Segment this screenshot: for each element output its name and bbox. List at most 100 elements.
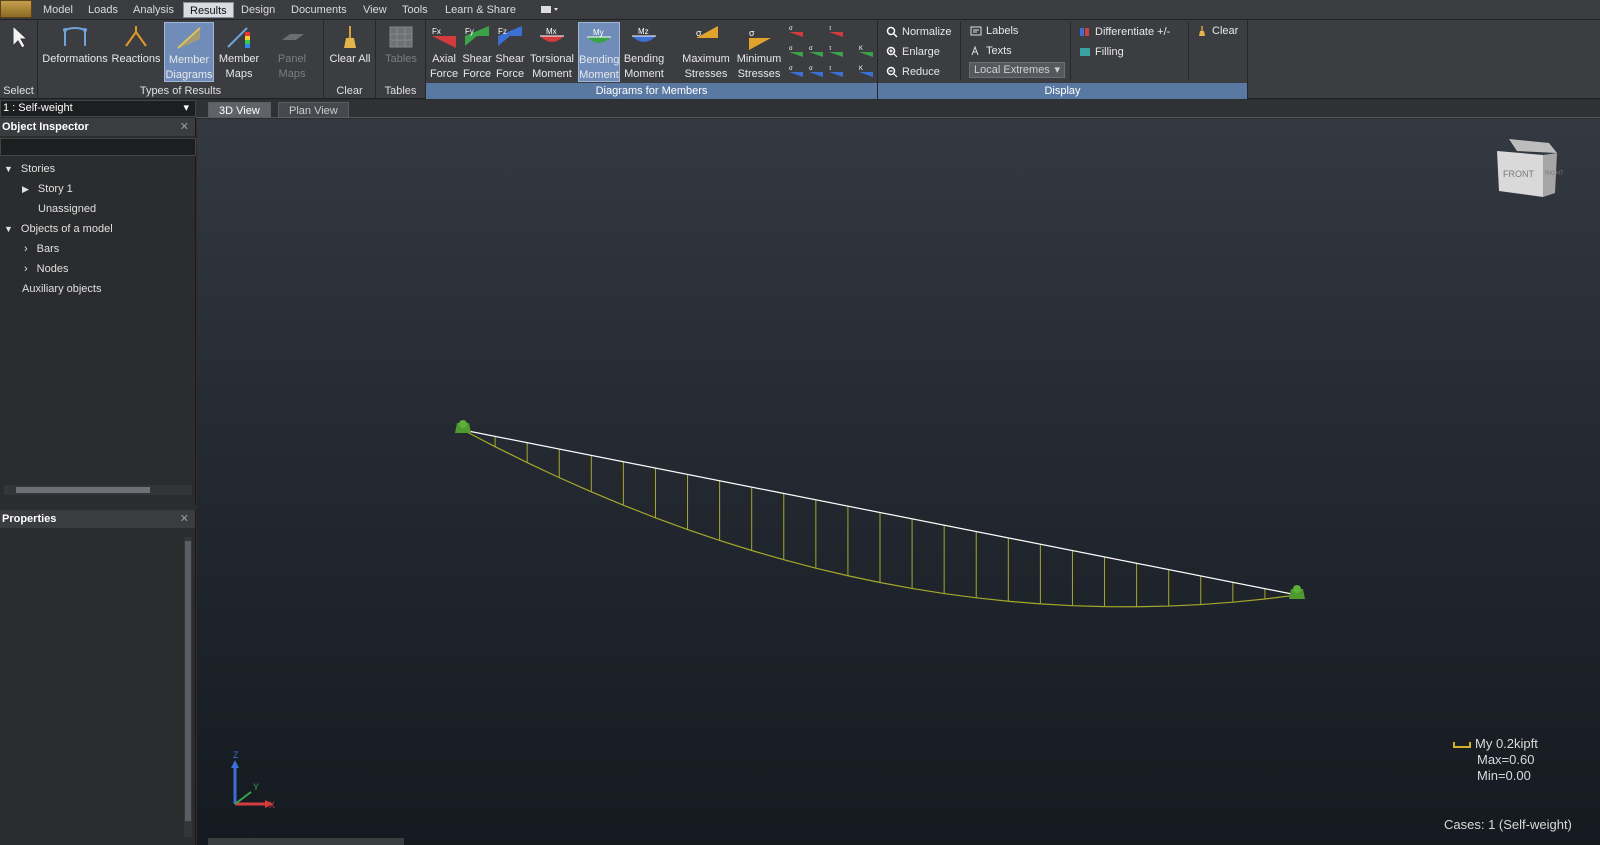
minimum-stresses-button[interactable]: σ Minimum Stresses [734,22,784,82]
support-left[interactable] [455,420,471,433]
legend-line-2: Max=0.60 [1477,752,1535,767]
view-cube[interactable]: FRONT RIGHT [1497,139,1564,197]
tables-button[interactable]: Tables [379,22,423,82]
expand-right-icon[interactable]: ▶ [22,184,29,194]
tab-view[interactable]: View [357,2,393,18]
bending-moment-my-button[interactable]: My Bending Moment [578,22,620,82]
display-group: Normalize Enlarge Reduce Labels Texts Lo… [878,20,1248,99]
tree-label-bars: Bars [36,243,60,255]
display-clear-button[interactable]: Clear [1196,22,1238,40]
stress-fx-icon[interactable]: σ [788,24,804,38]
reduce-button[interactable]: Reduce [886,63,940,81]
view-tabs: 3D View Plan View [196,100,1600,118]
member-maps-label: Member Maps [218,53,260,80]
local-extremes-dropdown[interactable]: Local Extremes ▾ [969,62,1065,78]
display-group-label: Display [878,83,1247,99]
member-diagrams-label: Member Diagrams [165,54,213,81]
tree-item-stories[interactable]: ▼ Stories [4,159,55,179]
load-case-selector[interactable]: 1 : Self-weight ▾ [0,100,196,117]
deformations-label: Deformations [42,53,108,65]
stress-my-icon[interactable]: σ [788,44,804,58]
filling-button[interactable]: Filling [1079,43,1124,61]
shear-fz-label-2: Force [495,68,525,80]
torsional-moment-button[interactable]: Mx Torsional Moment [528,22,576,82]
texts-button[interactable]: Texts [970,42,1012,60]
bending-moment-diagram [462,429,1298,608]
tree-item-objects[interactable]: ▼ Objects of a model [4,219,113,239]
normalize-button[interactable]: Normalize [886,23,952,41]
labels-button[interactable]: Labels [970,22,1018,40]
maximum-stresses-button[interactable]: σ Maximum Stresses [680,22,732,82]
quick-access-dropdown[interactable] [540,4,562,16]
tau-y-icon[interactable]: τ [828,24,844,38]
member-diagrams-button[interactable]: Member Diagrams [164,22,214,82]
bending-my-label-2: Moment [579,69,619,81]
svg-text:τ: τ [829,46,832,52]
tree-item-auxiliary[interactable]: Auxiliary objects [22,279,101,299]
support-right[interactable] [1289,585,1305,599]
3d-viewport[interactable]: FRONT RIGHT Z Y X My 0.2kipft Max=0.60 M… [197,119,1600,845]
properties-header: Properties ✕ [0,510,195,528]
tab-analysis[interactable]: Analysis [127,2,180,18]
tree-item-bars[interactable]: › Bars [24,239,59,259]
stress-mz-icon[interactable]: σ [788,64,804,78]
inspector-horizontal-scrollbar[interactable] [4,485,192,495]
chevron-right-icon[interactable]: › [24,263,28,275]
enlarge-button[interactable]: Enlarge [886,43,940,61]
select-button[interactable] [4,22,34,82]
chevron-down-icon: ▾ [1054,64,1060,76]
torsional-moment-icon: Mx [540,27,564,42]
tab-plan-view[interactable]: Plan View [278,102,349,118]
tab-results[interactable]: Results [183,2,234,18]
tab-tools[interactable]: Tools [396,2,434,18]
cases-label: Cases: 1 (Self-weight) [1444,817,1572,832]
deformations-button[interactable]: Deformations [41,22,109,82]
tau-x-icon[interactable]: τ [828,64,844,78]
tau-z-icon[interactable]: τ [828,44,844,58]
close-icon[interactable]: ✕ [180,510,189,528]
bending-moment-mz-button[interactable]: Mz Bending Moment [622,22,666,82]
legend-line-1: My 0.2kipft [1475,736,1538,751]
expand-down-icon[interactable]: ▼ [4,224,13,234]
bending-mz-label-2: Moment [624,68,664,80]
k-y-icon[interactable]: K [858,44,874,58]
svg-text:K: K [859,66,863,72]
inspector-search-input[interactable] [0,138,196,156]
k-z-icon[interactable]: K [858,64,874,78]
scroll-thumb[interactable] [185,541,191,821]
tab-3d-view[interactable]: 3D View [208,102,271,118]
maximum-label-2: Stresses [684,68,728,80]
tree-item-nodes[interactable]: › Nodes [24,259,68,279]
close-icon[interactable]: ✕ [180,118,189,136]
clear-group: Clear All Clear [324,20,376,99]
stress-mg-icon[interactable]: σ [808,64,824,78]
svg-text:σ: σ [789,46,793,52]
properties-vertical-scrollbar[interactable] [184,537,192,837]
chevron-right-icon[interactable]: › [24,243,28,255]
app-menu-button[interactable] [0,0,32,18]
tab-design[interactable]: Design [235,2,281,18]
reactions-button[interactable]: Reactions [111,22,161,82]
differentiate-button[interactable]: Differentiate +/- [1079,23,1170,41]
clear-all-button[interactable]: Clear All [326,22,374,82]
expand-down-icon[interactable]: ▼ [4,164,13,174]
shear-force-fy-button[interactable]: Fy Shear Force [461,22,493,82]
svg-text:Fx: Fx [432,27,441,36]
diagrams-for-members-label: Diagrams for Members [426,83,877,99]
axial-label-2: Force [429,68,459,80]
scroll-thumb[interactable] [16,487,150,493]
display-separator-2 [1070,22,1071,80]
tab-learn-share[interactable]: Learn & Share [439,2,522,18]
tab-model[interactable]: Model [37,2,79,18]
magnifier-minus-icon [886,66,898,78]
tab-documents[interactable]: Documents [285,2,353,18]
axial-force-button[interactable]: Fx Axial Force [428,22,460,82]
tree-item-story-1[interactable]: ▶ Story 1 [22,179,73,199]
model-canvas[interactable]: FRONT RIGHT Z Y X [197,119,1600,845]
tree-item-unassigned[interactable]: Unassigned [38,199,96,219]
tab-loads[interactable]: Loads [82,2,124,18]
shear-force-fz-button[interactable]: Fz Shear Force [494,22,526,82]
member-maps-button[interactable]: Member Maps [216,22,262,82]
panel-maps-button[interactable]: Panel Maps [263,22,321,82]
stress-combined-icon[interactable]: σ [808,44,824,58]
